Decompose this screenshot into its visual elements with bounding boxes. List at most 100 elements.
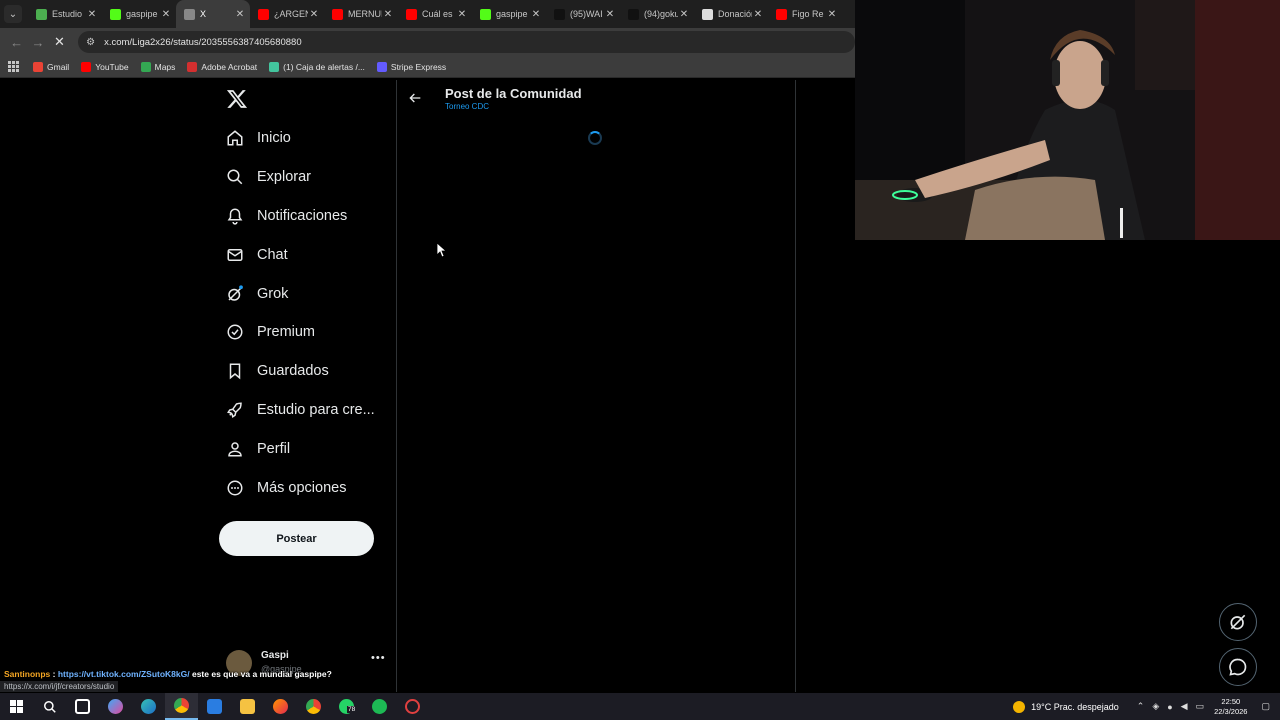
bookmark-label: Maps <box>154 61 176 72</box>
taskbar-copilot[interactable] <box>99 693 132 720</box>
browser-tab[interactable]: X ✕ <box>176 0 250 28</box>
nav-label: Explorar <box>257 169 311 185</box>
browser-tab[interactable]: (95)WAI ✕ <box>546 0 620 28</box>
page-title: Post de la Comunidad <box>445 86 582 101</box>
back-arrow-icon[interactable] <box>407 90 423 106</box>
mic-icon[interactable]: ● <box>1167 702 1172 712</box>
taskbar-chrome[interactable] <box>165 693 198 720</box>
clock-date: 22/3/2026 <box>1214 706 1248 716</box>
person-icon <box>228 442 242 457</box>
nav-label: Perfil <box>257 441 291 457</box>
browser-tab[interactable]: gaspipe ✕ <box>102 0 176 28</box>
tab-close-icon[interactable]: ✕ <box>456 9 468 20</box>
more-dots-icon[interactable]: ••• <box>371 652 386 664</box>
browser-tab[interactable]: ¿ARGENTINA✕ <box>250 0 324 28</box>
tab-search-button[interactable]: ⌄ <box>4 5 22 23</box>
nav-chat[interactable]: Chat <box>226 241 288 269</box>
tab-title: Donación <box>718 9 752 19</box>
back-button[interactable]: ← <box>6 31 27 53</box>
bookmark-item[interactable]: Adobe Acrobat <box>187 61 258 72</box>
bookmark-label: Adobe Acrobat <box>201 61 258 72</box>
grok-icon <box>228 285 243 301</box>
tab-close-icon[interactable]: ✕ <box>86 9 98 20</box>
clock[interactable]: 22:50 22/3/2026 <box>1214 697 1247 717</box>
tab-favicon-icon <box>332 8 343 20</box>
tab-close-icon[interactable]: ✕ <box>382 9 394 20</box>
taskbar-firefox[interactable] <box>264 693 297 720</box>
community-link[interactable]: Torneo CDC <box>445 102 489 111</box>
taskbar-app[interactable] <box>396 693 429 720</box>
nav-premium[interactable]: Premium <box>226 318 315 346</box>
site-info-icon[interactable]: ⚙ <box>86 37 98 48</box>
volume-icon[interactable]: ◀ <box>1181 701 1188 712</box>
grok-float-button[interactable] <box>1219 603 1257 641</box>
tab-close-icon[interactable]: ✕ <box>308 9 320 20</box>
tab-title: gaspipe <box>496 9 528 19</box>
windows-logo-icon <box>10 700 23 713</box>
tab-close-icon[interactable]: ✕ <box>826 9 838 20</box>
tab-title: Estudio <box>52 9 83 19</box>
nav-guardados[interactable]: Guardados <box>226 357 329 385</box>
bookmark-favicon-icon <box>33 61 43 72</box>
taskbar-spotify[interactable] <box>363 693 396 720</box>
nav-notificaciones[interactable]: Notificaciones <box>226 202 347 230</box>
bookmark-label: Stripe Express <box>390 61 447 72</box>
taskbar-whatsapp[interactable]: 78 <box>330 693 363 720</box>
browser-tab[interactable]: (94)goku ✕ <box>620 0 694 28</box>
mail-icon <box>227 249 243 261</box>
rocket-icon <box>227 402 242 418</box>
tab-title: gaspipe <box>126 9 158 19</box>
nav-grok[interactable]: Grok <box>226 280 288 308</box>
x-logo-icon[interactable] <box>226 88 248 110</box>
nav-estudio[interactable]: Estudio para cre... <box>226 396 375 424</box>
browser-tab[interactable]: Donación✕ <box>694 0 768 28</box>
address-bar[interactable]: ⚙ x.com/Liga2x26/status/2035556387405680… <box>78 31 855 53</box>
nav-perfil[interactable]: Perfil <box>226 435 290 463</box>
bookmark-item[interactable]: Gmail <box>33 61 69 72</box>
chevron-up-icon[interactable]: ⌃ <box>1137 701 1145 712</box>
post-button[interactable]: Postear <box>219 521 374 556</box>
nav-label: Premium <box>257 324 316 340</box>
bookmark-item[interactable]: (1) Caja de alertas /... <box>269 61 365 72</box>
bookmark-favicon-icon <box>140 61 151 72</box>
nav-inicio[interactable]: Inicio <box>226 124 291 152</box>
tab-close-icon[interactable]: ✕ <box>604 9 616 20</box>
forward-button[interactable]: → <box>27 31 48 53</box>
task-view-button[interactable] <box>66 693 99 720</box>
x-sidebar: Inicio Explorar Notificaciones Chat Grok… <box>212 80 397 692</box>
tab-close-icon[interactable]: ✕ <box>752 9 764 20</box>
nav-label: Inicio <box>257 130 291 146</box>
bookmark-item[interactable]: Maps <box>140 61 176 72</box>
browser-tab[interactable]: Cuál es ✕ <box>398 0 472 28</box>
bookmark-item[interactable]: YouTube <box>81 61 129 72</box>
apps-grid-icon[interactable] <box>8 61 19 72</box>
notifications-icon[interactable]: ▢ <box>1261 701 1270 712</box>
taskbar-search-button[interactable] <box>33 693 66 720</box>
bookmark-icon <box>229 363 241 380</box>
tab-close-icon[interactable]: ✕ <box>678 9 690 20</box>
weather-widget[interactable]: 19°C Prac. despejado <box>1013 700 1119 713</box>
messages-float-button[interactable] <box>1219 648 1257 686</box>
nav-explorar[interactable]: Explorar <box>226 163 311 191</box>
account-name: Gaspi <box>261 650 289 661</box>
browser-tab[interactable]: Figo Re ✕ <box>768 0 842 28</box>
tab-close-icon[interactable]: ✕ <box>160 9 172 20</box>
start-button[interactable] <box>0 693 33 720</box>
nav-mas-opciones[interactable]: Más opciones <box>226 474 346 502</box>
stop-loading-button[interactable]: ✕ <box>49 31 70 53</box>
tab-title: Figo Re <box>792 9 824 19</box>
bookmark-item[interactable]: Stripe Express <box>376 61 447 72</box>
browser-tab[interactable]: gaspipe ✕ <box>472 0 546 28</box>
nav-label: Más opciones <box>257 480 347 496</box>
network-icon[interactable]: ◈ <box>1152 701 1159 712</box>
taskbar-edge[interactable] <box>132 693 165 720</box>
taskbar-explorer[interactable] <box>231 693 264 720</box>
bell-icon <box>227 208 243 225</box>
browser-tab[interactable]: Estudio ✕ <box>28 0 102 28</box>
tab-close-icon[interactable]: ✕ <box>234 9 246 20</box>
tab-close-icon[interactable]: ✕ <box>530 9 542 20</box>
browser-tab[interactable]: MERNUI ✕ <box>324 0 398 28</box>
taskbar-store[interactable] <box>198 693 231 720</box>
taskbar-chrome-profile[interactable] <box>297 693 330 720</box>
battery-icon[interactable]: ▭ <box>1196 701 1205 712</box>
